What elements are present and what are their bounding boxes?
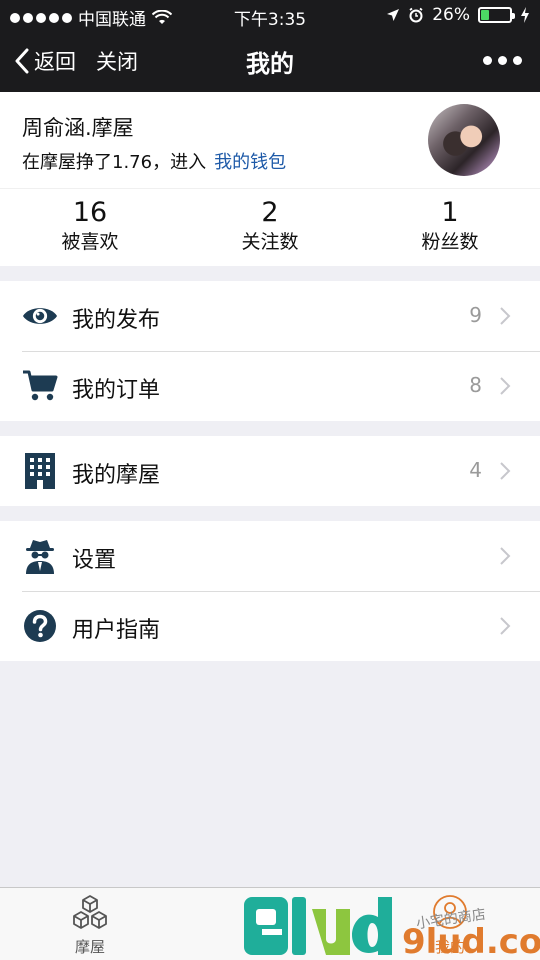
menu-count: 8 xyxy=(469,373,482,397)
spy-icon xyxy=(22,538,58,574)
menu-count: 4 xyxy=(469,458,482,482)
wallet-link[interactable]: 我的钱包 xyxy=(214,152,286,173)
tab-home[interactable]: 摩屋 xyxy=(0,894,180,957)
page-title: 我的 xyxy=(246,50,294,78)
chevron-right-icon xyxy=(500,377,511,395)
stat-value: 1 xyxy=(441,197,459,228)
profile-card: 周俞涵.摩屋 在摩屋挣了1.76，进入 我的钱包 xyxy=(0,92,540,188)
menu-item-house[interactable]: 我的摩屋 4 xyxy=(0,436,540,506)
tab-label: 我的 xyxy=(434,938,465,956)
menu-item-orders[interactable]: 我的订单 8 xyxy=(0,351,540,421)
battery-icon xyxy=(478,7,515,23)
battery-fill xyxy=(481,10,489,20)
alarm-icon xyxy=(409,7,423,23)
chevron-right-icon xyxy=(500,307,511,325)
person-icon xyxy=(433,895,467,929)
menu-group-settings: 设置 用户指南 xyxy=(0,521,540,661)
menu-label: 设置 xyxy=(72,548,117,573)
menu-group-activity: 我的发布 9 我的订单 8 xyxy=(0,281,540,421)
stat-label: 粉丝数 xyxy=(421,231,479,253)
earnings-text: 在摩屋挣了1.76，进入 xyxy=(22,152,207,173)
more-menu-button[interactable] xyxy=(483,56,522,65)
stat-value: 2 xyxy=(261,197,279,228)
eye-icon xyxy=(22,298,58,334)
profile-earnings: 在摩屋挣了1.76，进入 我的钱包 xyxy=(22,148,286,174)
building-icon xyxy=(22,453,58,489)
status-right: 26% xyxy=(386,5,530,25)
stat-value: 16 xyxy=(72,197,108,228)
menu-item-settings[interactable]: 设置 xyxy=(0,521,540,591)
nav-bar: 返回 关闭 我的 xyxy=(0,30,540,92)
menu-count: 9 xyxy=(469,303,482,327)
more-dot xyxy=(483,56,492,65)
avatar[interactable] xyxy=(428,104,500,176)
chevron-right-icon xyxy=(500,462,511,480)
stats-bar: 16 被喜欢 2 关注数 1 粉丝数 xyxy=(0,188,540,266)
status-bar: 中国联通 下午3:35 26% xyxy=(0,0,540,30)
cart-icon xyxy=(22,368,58,404)
menu-label: 我的发布 xyxy=(72,308,161,333)
chevron-right-icon xyxy=(500,617,511,635)
tab-bar: 摩屋 我的 xyxy=(0,887,540,960)
menu-item-guide[interactable]: 用户指南 xyxy=(0,591,540,661)
charging-icon xyxy=(521,7,529,23)
chevron-right-icon xyxy=(500,547,511,565)
menu-item-publish[interactable]: 我的发布 9 xyxy=(0,281,540,351)
more-dot xyxy=(498,56,507,65)
stat-followers[interactable]: 1 粉丝数 xyxy=(360,197,540,255)
more-dot xyxy=(513,56,522,65)
tab-label: 摩屋 xyxy=(74,938,105,956)
menu-label: 我的订单 xyxy=(72,378,161,403)
stat-likes[interactable]: 16 被喜欢 xyxy=(0,197,180,255)
question-icon xyxy=(22,608,58,644)
menu-label: 用户指南 xyxy=(72,618,161,643)
stat-following[interactable]: 2 关注数 xyxy=(180,197,360,255)
menu-group-house: 我的摩屋 4 xyxy=(0,436,540,506)
stat-label: 关注数 xyxy=(241,231,299,253)
profile-name: 周俞涵.摩屋 xyxy=(22,116,134,140)
location-arrow-icon xyxy=(387,9,400,21)
cubes-icon xyxy=(73,895,107,929)
menu-label: 我的摩屋 xyxy=(72,463,161,488)
battery-percent: 26% xyxy=(432,5,470,25)
tab-me[interactable]: 我的 xyxy=(360,894,540,957)
stat-label: 被喜欢 xyxy=(61,231,119,253)
